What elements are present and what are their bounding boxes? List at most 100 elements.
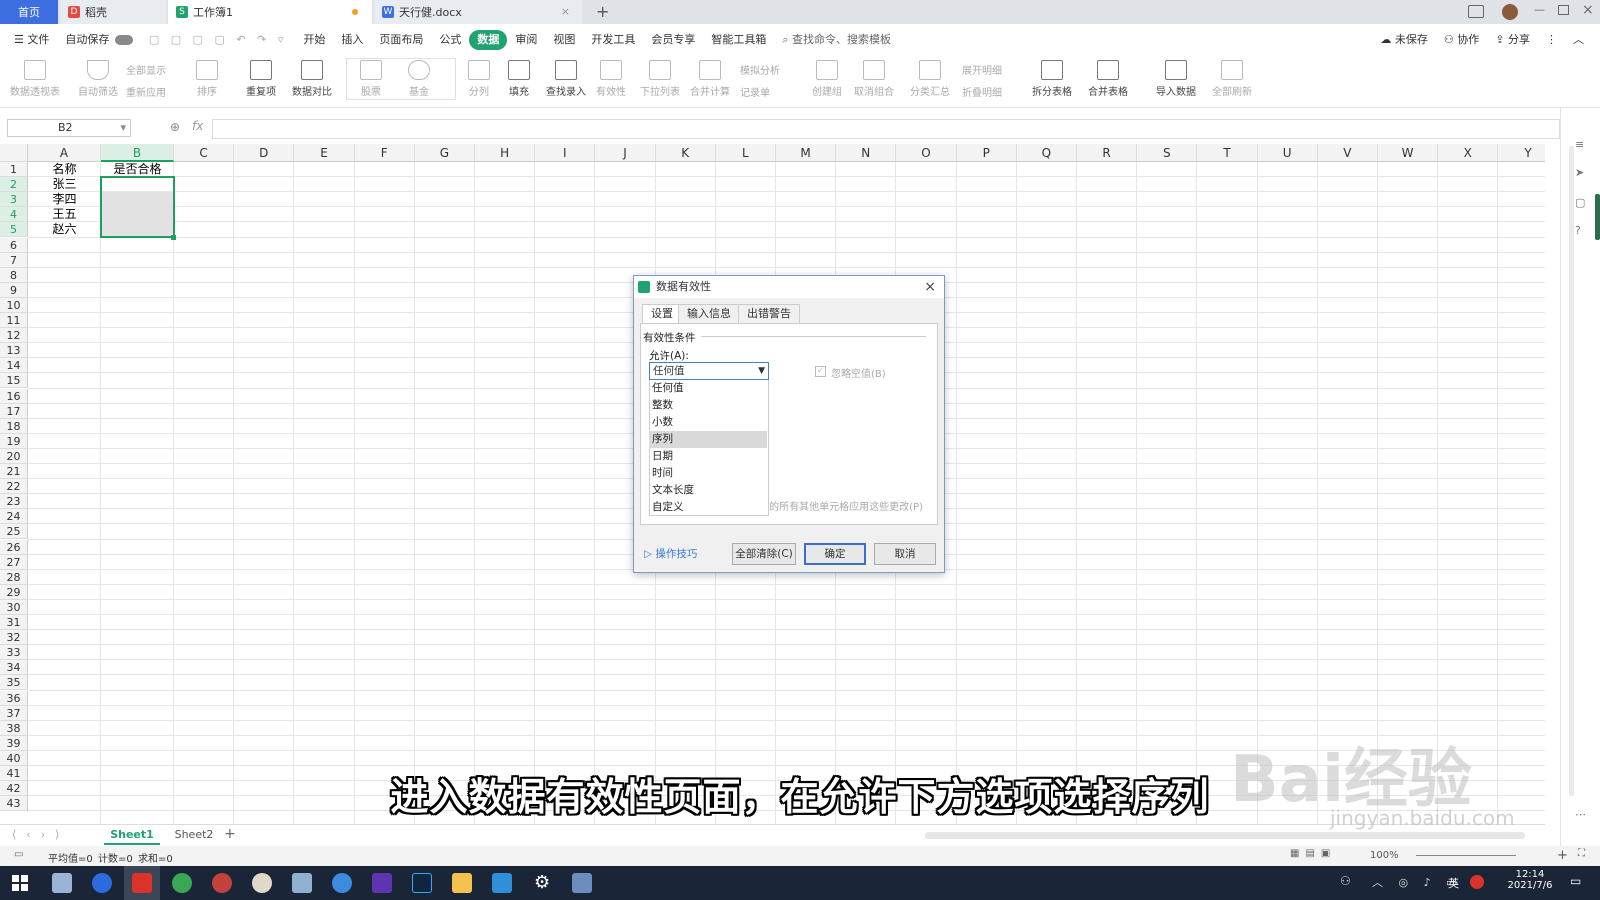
- menu-review[interactable]: 审阅: [507, 30, 545, 50]
- row-header-34[interactable]: 34: [0, 660, 28, 676]
- column-header-E[interactable]: E: [294, 144, 355, 162]
- wps-tray-icon[interactable]: [1470, 875, 1484, 889]
- create-group-button[interactable]: 创建组: [812, 60, 842, 98]
- column-header-X[interactable]: X: [1438, 144, 1499, 162]
- chrome-alt-icon[interactable]: [212, 873, 232, 893]
- column-header-K[interactable]: K: [655, 144, 716, 162]
- cell-A5[interactable]: 赵六: [28, 222, 101, 237]
- show-all-button[interactable]: 全部显示: [126, 62, 166, 77]
- row-header-16[interactable]: 16: [0, 388, 28, 404]
- menu-developer[interactable]: 开发工具: [583, 30, 643, 50]
- row-header-1[interactable]: 1: [0, 162, 28, 178]
- duplicates-button[interactable]: 重复项: [246, 60, 276, 98]
- menu-page-layout[interactable]: 页面布局: [371, 30, 431, 50]
- row-header-14[interactable]: 14: [0, 358, 28, 374]
- close-window-icon[interactable]: ×: [1582, 2, 1594, 18]
- store-icon[interactable]: [492, 873, 512, 893]
- folder-icon[interactable]: [452, 873, 472, 893]
- windows-start-icon[interactable]: [12, 875, 28, 891]
- zoom-formula-icon[interactable]: ⊕: [170, 120, 180, 134]
- data-compare-button[interactable]: 数据对比: [292, 60, 332, 98]
- row-header-9[interactable]: 9: [0, 282, 28, 298]
- row-header-17[interactable]: 17: [0, 403, 28, 419]
- row-header-33[interactable]: 33: [0, 645, 28, 661]
- consolidate-button[interactable]: 合并计算: [690, 60, 730, 98]
- row-header-38[interactable]: 38: [0, 720, 28, 736]
- tab-error-alert[interactable]: 出错警告: [738, 304, 800, 323]
- cursor-icon[interactable]: ➤: [1575, 166, 1584, 179]
- sheet-tab-sheet2[interactable]: Sheet2: [166, 825, 222, 845]
- refresh-all-button[interactable]: 全部刷新: [1212, 60, 1252, 98]
- collab-button[interactable]: ⚇ 协作: [1436, 30, 1487, 50]
- column-header-O[interactable]: O: [896, 144, 957, 162]
- split-table-button[interactable]: 拆分表格: [1032, 60, 1072, 98]
- file-icon[interactable]: [52, 873, 72, 893]
- option-any[interactable]: 任何值: [649, 380, 767, 397]
- option-date[interactable]: 日期: [649, 448, 767, 465]
- wps-icon[interactable]: [132, 873, 152, 893]
- view-mode-icons[interactable]: ▦▤▣: [1290, 848, 1336, 859]
- people-icon[interactable]: ⚇: [1340, 874, 1351, 888]
- app-icon[interactable]: [252, 873, 272, 893]
- autofilter-button[interactable]: 自动筛选: [78, 60, 118, 98]
- row-header-27[interactable]: 27: [0, 554, 28, 570]
- row-header-22[interactable]: 22: [0, 479, 28, 495]
- horizontal-scrollbar[interactable]: [925, 832, 1525, 839]
- row-header-18[interactable]: 18: [0, 418, 28, 434]
- column-header-V[interactable]: V: [1317, 144, 1378, 162]
- help-icon[interactable]: ?: [1575, 224, 1581, 237]
- unsaved-button[interactable]: ☁ 未保存: [1372, 30, 1436, 50]
- tab-home[interactable]: 首页: [0, 0, 58, 24]
- menu-smart-tools[interactable]: 智能工具箱: [703, 30, 774, 50]
- column-header-P[interactable]: P: [956, 144, 1017, 162]
- column-header-S[interactable]: S: [1137, 144, 1198, 162]
- option-time[interactable]: 时间: [649, 465, 767, 482]
- split-column-button[interactable]: 分列: [468, 60, 490, 98]
- column-header-F[interactable]: F: [354, 144, 415, 162]
- row-header-11[interactable]: 11: [0, 313, 28, 329]
- browser-icon[interactable]: [92, 873, 112, 893]
- tab-settings[interactable]: 设置: [642, 304, 682, 324]
- column-header-I[interactable]: I: [535, 144, 596, 162]
- select-all-corner[interactable]: [0, 144, 28, 162]
- close-icon[interactable]: ×: [924, 276, 936, 298]
- row-header-35[interactable]: 35: [0, 675, 28, 691]
- row-header-29[interactable]: 29: [0, 584, 28, 600]
- cell-A2[interactable]: 张三: [28, 177, 101, 192]
- cell-A1[interactable]: 名称: [28, 162, 101, 177]
- column-header-Y[interactable]: Y: [1498, 144, 1545, 162]
- row-header-25[interactable]: 25: [0, 524, 28, 540]
- tab-docer[interactable]: D 稻壳: [60, 0, 166, 24]
- column-header-Q[interactable]: Q: [1016, 144, 1077, 162]
- close-tab-icon[interactable]: ×: [561, 5, 570, 18]
- row-header-39[interactable]: 39: [0, 735, 28, 751]
- dropdown-list-button[interactable]: 下拉列表: [640, 60, 680, 98]
- column-header-W[interactable]: W: [1378, 144, 1439, 162]
- side-panel-handle[interactable]: [1595, 194, 1600, 240]
- row-header-3[interactable]: 3: [0, 192, 28, 208]
- column-header-C[interactable]: C: [174, 144, 235, 162]
- column-header-M[interactable]: M: [776, 144, 837, 162]
- what-if-button[interactable]: 模拟分析: [740, 62, 780, 77]
- vertical-scrollbar[interactable]: [1569, 146, 1574, 796]
- tab-input-message[interactable]: 输入信息: [678, 304, 740, 323]
- row-header-15[interactable]: 15: [0, 373, 28, 389]
- column-header-D[interactable]: D: [234, 144, 295, 162]
- ok-button[interactable]: 确定: [804, 543, 866, 565]
- tab-workbook1[interactable]: S 工作簿1: [168, 0, 372, 24]
- fill-handle[interactable]: [171, 235, 176, 240]
- row-header-8[interactable]: 8: [0, 267, 28, 283]
- column-header-L[interactable]: L: [715, 144, 776, 162]
- sheet-tab-sheet1[interactable]: Sheet1: [104, 825, 160, 845]
- fund-button[interactable]: 基金: [408, 60, 430, 98]
- collapse-ribbon-icon[interactable]: ︿: [1565, 30, 1592, 50]
- column-header-N[interactable]: N: [836, 144, 897, 162]
- row-header-19[interactable]: 19: [0, 433, 28, 449]
- column-header-B[interactable]: B: [101, 144, 174, 162]
- tips-link[interactable]: ▷ 操作技巧: [644, 546, 697, 561]
- row-header-6[interactable]: 6: [0, 237, 28, 253]
- subtotal-button[interactable]: 分类汇总: [910, 60, 950, 98]
- pivot-table-button[interactable]: 数据透视表: [10, 60, 60, 98]
- selection-border[interactable]: [100, 176, 175, 238]
- chrome-icon[interactable]: [172, 873, 192, 893]
